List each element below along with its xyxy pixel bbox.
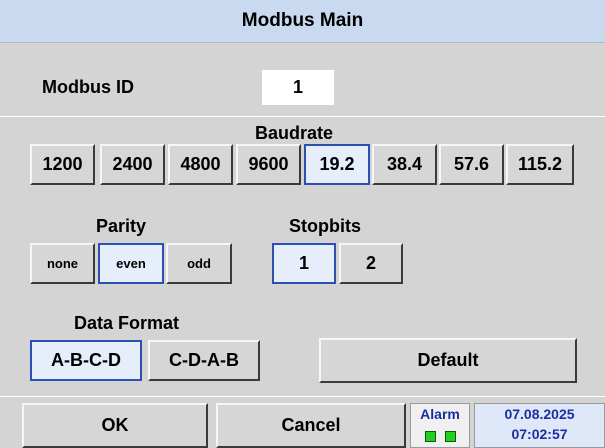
baud-57600-button[interactable]: 57.6 xyxy=(439,144,504,185)
data-format-abcd-button[interactable]: A-B-C-D xyxy=(30,340,142,381)
stopbits-2-button[interactable]: 2 xyxy=(339,243,403,284)
baudrate-label: Baudrate xyxy=(255,123,334,143)
alarm-indicator: Alarm xyxy=(410,403,470,448)
cancel-button[interactable]: Cancel xyxy=(216,403,406,448)
baud-115200-button[interactable]: 115.2 xyxy=(506,144,574,185)
window-title: Modbus Main xyxy=(0,0,605,43)
date-text: 07.08.2025 xyxy=(504,406,575,422)
data-format-label: Data Format xyxy=(74,313,180,333)
bottom-separator xyxy=(0,396,605,397)
time-text: 07:02:57 xyxy=(511,426,568,442)
ok-button[interactable]: OK xyxy=(22,403,208,448)
baud-19200-button[interactable]: 19.2 xyxy=(304,144,370,185)
baud-9600-button[interactable]: 9600 xyxy=(236,144,301,185)
stopbits-label: Stopbits xyxy=(289,216,361,236)
parity-odd-button[interactable]: odd xyxy=(166,243,232,284)
default-button[interactable]: Default xyxy=(319,338,577,383)
parity-label: Parity xyxy=(96,216,147,236)
modbus-id-field[interactable]: 1 xyxy=(262,70,334,105)
separator xyxy=(0,116,605,117)
stopbits-1-button[interactable]: 1 xyxy=(272,243,336,284)
parity-none-button[interactable]: none xyxy=(30,243,95,284)
modbus-id-label: Modbus ID xyxy=(42,77,134,97)
baud-2400-button[interactable]: 2400 xyxy=(100,144,165,185)
data-format-cdab-button[interactable]: C-D-A-B xyxy=(148,340,260,381)
datetime-display: 07.08.2025 07:02:57 xyxy=(474,403,605,448)
baud-4800-button[interactable]: 4800 xyxy=(168,144,233,185)
modbus-main-window: Modbus Main Modbus ID 1 Baudrate 1200 24… xyxy=(0,0,605,448)
alarm-label: Alarm xyxy=(420,406,460,422)
alarm-led-icon xyxy=(425,431,436,442)
baud-1200-button[interactable]: 1200 xyxy=(30,144,95,185)
baud-38400-button[interactable]: 38.4 xyxy=(372,144,437,185)
alarm-led-icon xyxy=(445,431,456,442)
parity-even-button[interactable]: even xyxy=(98,243,164,284)
